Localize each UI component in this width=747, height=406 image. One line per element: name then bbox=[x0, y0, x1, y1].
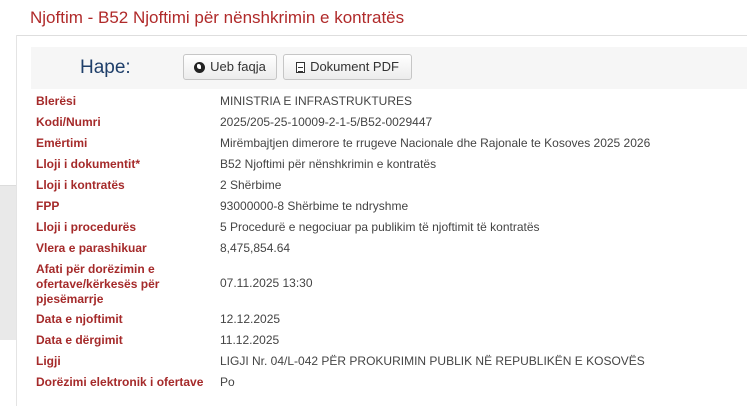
detail-label: FPP bbox=[36, 199, 60, 213]
pdf-document-button-label: Dokument PDF bbox=[310, 59, 399, 74]
detail-label: Afati për dorëzimin e ofertave/kërkesës … bbox=[36, 262, 160, 306]
open-label: Hape: bbox=[80, 57, 131, 78]
detail-row: Emërtimi Mirëmbajtjen dimerore te rrugev… bbox=[31, 133, 747, 154]
detail-row: Vlera e parashikuar 8,475,854.64 bbox=[31, 238, 747, 259]
web-page-button[interactable]: Ueb faqja bbox=[183, 54, 277, 80]
globe-icon bbox=[194, 61, 206, 73]
sidebar-segment bbox=[0, 35, 16, 186]
sidebar-segment bbox=[0, 340, 16, 406]
detail-value: MINISTRIA E INFRASTRUKTURES bbox=[220, 94, 413, 108]
detail-value: 07.11.2025 13:30 bbox=[220, 276, 313, 290]
notice-details: Blerësi MINISTRIA E INFRASTRUKTURES Kodi… bbox=[31, 91, 747, 393]
detail-value: Mirëmbajtjen dimerore te rrugeve Naciona… bbox=[220, 136, 651, 150]
detail-row: Dorëzimi elektronik i ofertave Po bbox=[31, 372, 747, 393]
detail-value: 8,475,854.64 bbox=[220, 241, 291, 255]
web-page-button-label: Ueb faqja bbox=[210, 59, 266, 74]
detail-value: B52 Njoftimi për nënshkrimin e kontratës bbox=[220, 157, 437, 171]
detail-label: Lloji i procedurës bbox=[36, 220, 137, 234]
detail-value: 5 Procedurë e negociuar pa publikim të n… bbox=[220, 220, 540, 234]
left-sidebar-strip bbox=[0, 35, 17, 406]
detail-row: FPP 93000000-8 Shërbime te ndryshme bbox=[31, 196, 747, 217]
detail-value: 2 Shërbime bbox=[220, 178, 282, 192]
detail-label: Blerësi bbox=[36, 94, 77, 108]
detail-row: Kodi/Numri 2025/205-25-10009-2-1-5/B52-0… bbox=[31, 112, 747, 133]
sidebar-segment bbox=[0, 185, 16, 341]
detail-value: 93000000-8 Shërbime te ndryshme bbox=[220, 199, 409, 213]
detail-row: Blerësi MINISTRIA E INFRASTRUKTURES bbox=[31, 91, 747, 112]
detail-label: Dorëzimi elektronik i ofertave bbox=[36, 375, 204, 389]
detail-label: Ligji bbox=[36, 354, 61, 368]
page-title: Njoftim - B52 Njoftimi për nënshkrimin e… bbox=[30, 8, 405, 27]
pdf-document-button[interactable]: Dokument PDF bbox=[283, 54, 412, 80]
detail-label: Data e njoftimit bbox=[36, 312, 123, 326]
detail-value: LIGJI Nr. 04/L-042 PËR PROKURIMIN PUBLIK… bbox=[220, 354, 645, 368]
detail-value: 12.12.2025 bbox=[220, 312, 281, 326]
detail-value: Po bbox=[220, 375, 235, 389]
detail-label: Kodi/Numri bbox=[36, 115, 101, 129]
detail-row: Ligji LIGJI Nr. 04/L-042 PËR PROKURIMIN … bbox=[31, 351, 747, 372]
detail-label: Lloji i dokumentit* bbox=[36, 157, 140, 171]
detail-row: Lloji i procedurës 5 Procedurë e negociu… bbox=[31, 217, 747, 238]
detail-label: Vlera e parashikuar bbox=[36, 241, 147, 255]
detail-row: Afati për dorëzimin e ofertave/kërkesës … bbox=[31, 259, 747, 309]
detail-label: Emërtimi bbox=[36, 136, 88, 150]
detail-label: Lloji i kontratës bbox=[36, 178, 125, 192]
detail-value: 2025/205-25-10009-2-1-5/B52-0029447 bbox=[220, 115, 433, 129]
header-bar: Njoftim - B52 Njoftimi për nënshkrimin e… bbox=[0, 0, 747, 36]
detail-row: Data e dërgimit 11.12.2025 bbox=[31, 330, 747, 351]
pdf-file-icon bbox=[296, 61, 306, 73]
detail-row: Lloji i kontratës 2 Shërbime bbox=[31, 175, 747, 196]
detail-row: Data e njoftimit 12.12.2025 bbox=[31, 309, 747, 330]
detail-row: Lloji i dokumentit* B52 Njoftimi për nën… bbox=[31, 154, 747, 175]
detail-label: Data e dërgimit bbox=[36, 333, 123, 347]
open-actions-bar: Hape: Ueb faqja Dokument PDF bbox=[31, 47, 747, 89]
detail-value: 11.12.2025 bbox=[220, 333, 280, 347]
